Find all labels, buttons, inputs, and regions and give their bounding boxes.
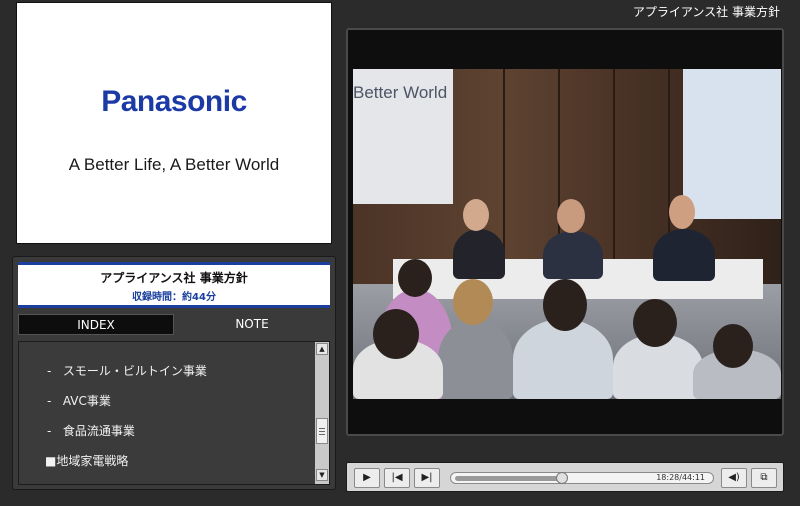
next-chapter-icon: ▶| [421,472,433,483]
tab-index[interactable]: INDEX [18,314,174,335]
audience-head [713,324,753,368]
slide-tagline: A Better Life, A Better World [68,155,280,174]
audience-head [543,279,587,331]
projection-screen-text: Better World [353,83,448,102]
grip-line [319,434,325,435]
list-item-label: スモール・ビルトイン事業 [62,364,207,378]
fullscreen-button[interactable]: ⧉ [751,468,777,488]
index-list: - スモール・ビルトイン事業 - AVC事業 - 食品流通事業 ■地域家電戦略 … [18,341,330,485]
list-item-bullet: - [47,424,52,438]
audience-head [453,279,493,325]
list-item-bullet: ■ [45,454,57,468]
previous-chapter-icon: |◀ [391,472,403,483]
list-item[interactable]: - 食品流通事業 [47,416,329,446]
list-item[interactable]: - AVC事業 [47,386,329,416]
panelist [653,229,715,281]
projection-screen-left: Better World [353,69,453,204]
audience-head [398,259,432,297]
audience-member [438,319,513,399]
video-frame[interactable]: Better World [353,69,781,399]
list-item-label: AVC事業 [62,394,111,408]
scroll-down-icon[interactable]: ▼ [316,469,328,481]
recording-duration: 収録時間：約44分 [132,292,216,303]
panelist-head [669,195,695,229]
audience-head [633,299,677,347]
index-panel: アプライアンス社 事業方針 収録時間：約44分 INDEX NOTE - スモー… [12,256,336,490]
grip-line [319,428,325,429]
time-display: 18:28/44:11 [656,473,705,482]
list-item-partial [47,342,329,350]
list-scrollbar[interactable]: ▲ ▼ [315,342,329,484]
panelist [543,231,603,279]
panel-title: アプライアンス社 事業方針 [100,271,248,285]
player-controls: ▶ |◀ ▶| 18:28/44:11 ◀) ⧉ [346,462,784,492]
list-item[interactable]: ■地域家電戦略 [45,446,329,476]
panel-tabs: INDEX NOTE [18,314,330,336]
slide-preview: Panasonic A Better Life, A Better World [16,2,332,244]
next-chapter-button[interactable]: ▶| [414,468,440,488]
play-button[interactable]: ▶ [354,468,380,488]
grip-line [319,431,325,432]
panel-header: アプライアンス社 事業方針 収録時間：約44分 [18,262,330,308]
audience-head [373,309,419,359]
page-title: アプライアンス社 事業方針 [632,5,780,19]
list-item-label: 食品流通事業 [62,424,135,438]
panelist [453,229,505,279]
seek-bar[interactable]: 18:28/44:11 [450,472,714,484]
play-icon: ▶ [363,472,371,483]
volume-icon: ◀) [728,472,740,483]
tab-note[interactable]: NOTE [174,314,330,335]
list-item-bullet: - [47,394,52,408]
projection-screen-right [683,69,781,219]
panelist-head [557,199,585,233]
fullscreen-icon: ⧉ [760,472,768,483]
list-item-bullet: - [47,364,52,378]
volume-button[interactable]: ◀) [721,468,747,488]
left-column: Panasonic A Better Life, A Better World … [0,0,340,500]
seek-bar-fill [455,476,562,481]
scroll-up-icon[interactable]: ▲ [316,343,328,355]
seek-knob[interactable] [556,472,568,484]
scroll-thumb[interactable] [316,418,328,444]
previous-chapter-button[interactable]: |◀ [384,468,410,488]
list-item[interactable]: - スモール・ビルトイン事業 [47,356,329,386]
panasonic-logo: Panasonic [101,85,247,118]
video-player[interactable]: Better World [346,28,784,436]
panelist-head [463,199,489,231]
audience-member [513,319,613,399]
list-item-label: 地域家電戦略 [56,454,129,468]
